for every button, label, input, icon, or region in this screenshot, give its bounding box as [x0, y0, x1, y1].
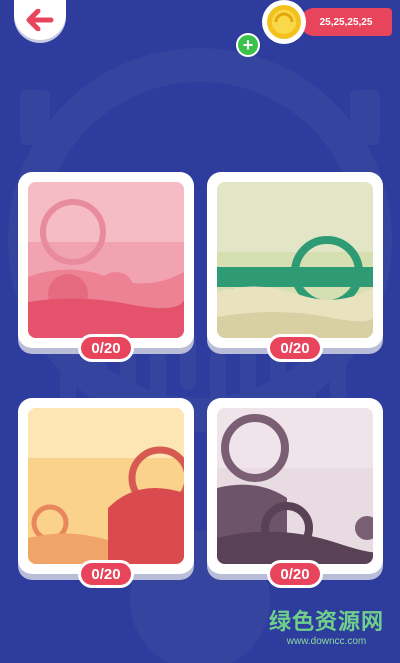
watermark-title: 绿色资源网 — [268, 609, 384, 634]
level-progress-badge: 0/20 — [267, 560, 323, 588]
level-progress-badge: 0/20 — [267, 334, 323, 362]
add-coins-button[interactable]: + — [236, 33, 260, 57]
level-art-green — [217, 182, 373, 338]
level-art-dusk — [217, 408, 373, 564]
level-card-2[interactable]: 0/20 — [207, 172, 383, 362]
level-art-pink — [28, 182, 184, 338]
watermark-url: www.downcc.com — [286, 636, 367, 647]
level-progress-badge: 0/20 — [78, 560, 134, 588]
coin-amount: 25,25,25,25 — [300, 8, 392, 36]
watermark: 绿色资源网 www.downcc.com — [269, 604, 384, 647]
level-progress-badge: 0/20 — [78, 334, 134, 362]
level-art-sunset — [28, 408, 184, 564]
coin-icon — [262, 0, 306, 44]
level-card-4[interactable]: 0/20 — [207, 398, 383, 588]
coin-counter: 25,25,25,25 + — [236, 0, 392, 57]
arrow-left-icon — [26, 9, 54, 31]
plus-icon: + — [238, 35, 258, 55]
level-card-3[interactable]: 0/20 — [18, 398, 194, 588]
level-card-1[interactable]: 0/20 — [18, 172, 194, 362]
